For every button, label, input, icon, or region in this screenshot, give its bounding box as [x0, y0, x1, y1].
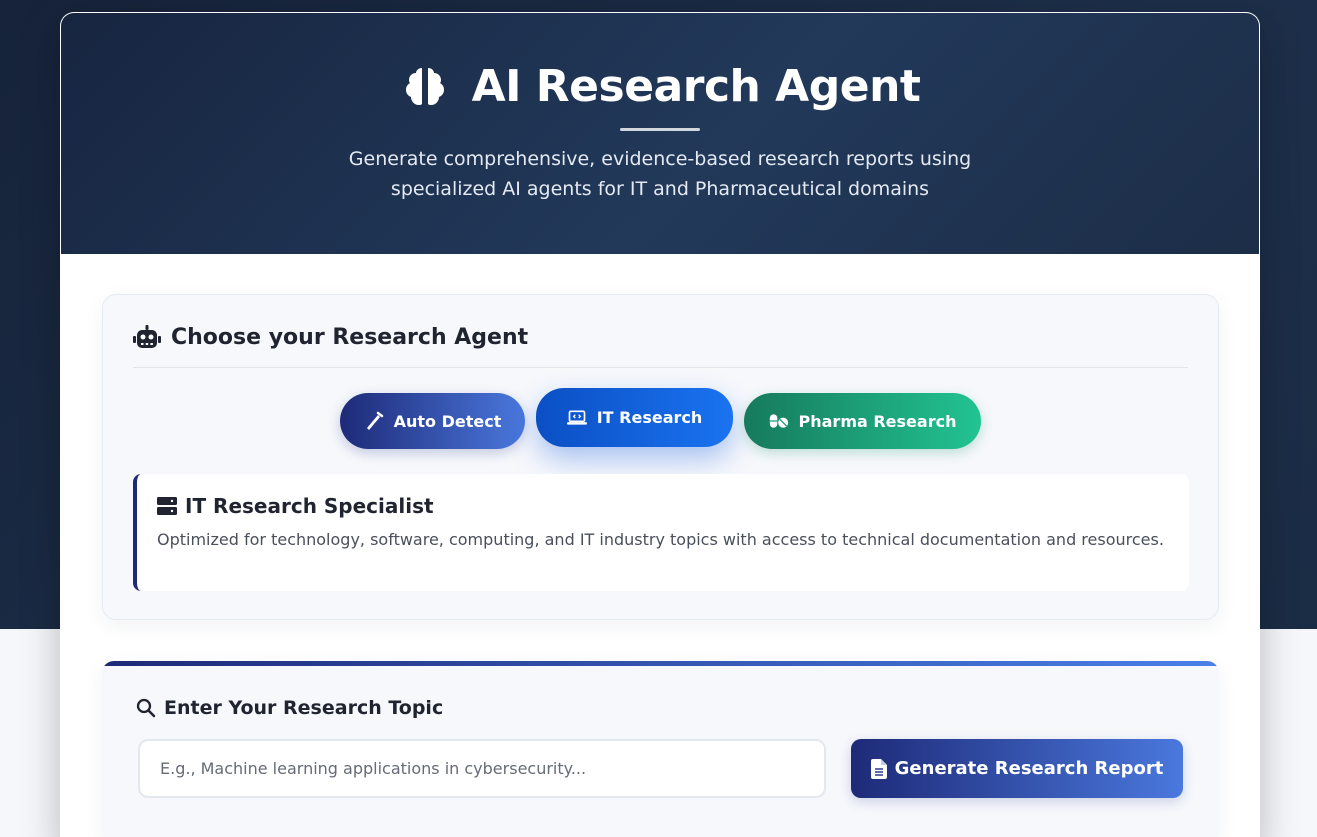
main-container: AI Research Agent Generate comprehensive… [60, 12, 1260, 837]
auto-detect-button[interactable]: Auto Detect [340, 393, 525, 449]
it-research-label: IT Research [596, 408, 703, 427]
topic-input-card: Enter Your Research Topic Generate Resea… [102, 661, 1219, 837]
generate-report-label: Generate Research Report [894, 758, 1164, 779]
subtitle-line-2: specialized AI agents for IT and Pharmac… [390, 178, 930, 200]
specialist-description: Optimized for technology, software, comp… [157, 530, 1164, 549]
agent-selector-card: Choose your Research Agent Auto Detect I… [102, 294, 1219, 620]
hero-subtitle: Generate comprehensive, evidence-based r… [61, 144, 1259, 204]
topic-heading: Enter Your Research Topic [164, 697, 444, 719]
specialist-title: IT Research Specialist [185, 494, 434, 518]
specialist-title-row: IT Research Specialist [157, 494, 434, 518]
laptop-code-icon [566, 410, 587, 425]
hero-title-row: AI Research Agent [61, 61, 1259, 112]
subtitle-line-1: Generate comprehensive, evidence-based r… [348, 148, 972, 170]
title-underline [620, 128, 700, 131]
pharma-research-button[interactable]: Pharma Research [744, 393, 981, 449]
brain-icon [405, 67, 444, 105]
specialist-info-box: IT Research Specialist Optimized for tec… [133, 474, 1189, 591]
it-research-button[interactable]: IT Research [536, 388, 733, 447]
research-topic-input[interactable] [138, 739, 826, 798]
agent-selector-title: Choose your Research Agent [171, 325, 529, 350]
magic-wand-icon [366, 411, 383, 430]
pills-icon [769, 414, 788, 428]
file-document-icon [870, 758, 887, 779]
topic-card-accent-bar [102, 661, 1219, 666]
robot-icon [133, 325, 161, 348]
agent-selector-header: Choose your Research Agent [133, 323, 1188, 368]
pharma-research-label: Pharma Research [798, 411, 957, 431]
topic-header: Enter Your Research Topic [136, 697, 443, 719]
page-title: AI Research Agent [471, 61, 921, 112]
generate-report-button[interactable]: Generate Research Report [851, 739, 1183, 798]
auto-detect-label: Auto Detect [393, 411, 502, 431]
server-icon [157, 497, 177, 515]
hero-header: AI Research Agent Generate comprehensive… [61, 13, 1259, 254]
search-icon [136, 698, 156, 718]
